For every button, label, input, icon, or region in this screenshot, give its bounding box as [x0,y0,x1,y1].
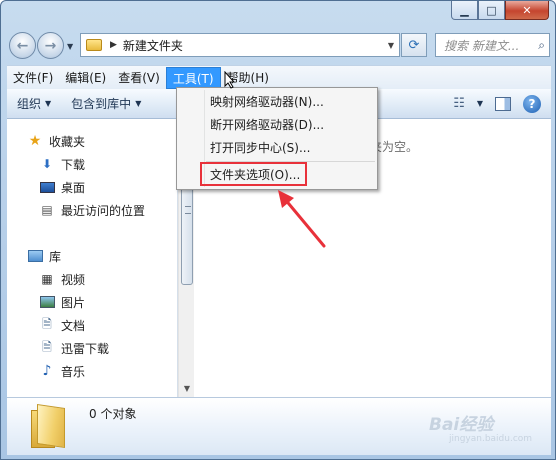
folder-icon [86,39,102,51]
maximize-icon: □ [486,3,497,17]
search-input[interactable]: 搜索 新建文... [444,37,532,54]
close-button[interactable]: ✕ [505,1,549,20]
sidebar-item-label: 桌面 [61,180,86,195]
chevron-down-icon: ▼ [135,99,142,108]
chevron-down-icon: ▼ [45,99,52,108]
sidebar-item-label: 音乐 [61,364,86,379]
thumb-grip [185,206,191,214]
menu-item-disconnect-network-drive[interactable]: 断开网络驱动器(D)... [210,115,324,135]
breadcrumb-chevron-icon[interactable]: ▶ [110,40,117,50]
organize-label: 组织 [17,97,42,111]
change-view-icon[interactable]: ☷ [453,96,465,111]
sidebar-item-label: 收藏夹 [49,134,86,149]
sidebar-item-desktop[interactable]: 桌面 [39,177,85,197]
back-arrow-icon: ← [16,37,29,54]
desktop-icon [39,179,55,195]
annotation-arrow-icon [278,190,326,248]
include-in-library-button[interactable]: 包含到库中 ▼ [61,95,151,112]
menu-file[interactable]: 文件(F) [7,67,59,89]
mouse-cursor-icon [224,71,236,89]
menu-item-map-network-drive[interactable]: 映射网络驱动器(N)... [210,92,324,112]
item-count: 0 个对象 [89,407,137,421]
caption-buttons: ▁ □ ✕ [451,1,549,21]
organize-button[interactable]: 组织 ▼ [7,95,61,112]
menu-tools[interactable]: 工具(T) [165,66,221,89]
sidebar-item-music[interactable]: ♪ 音乐 [39,361,85,381]
music-icon: ♪ [42,363,52,379]
close-icon: ✕ [522,3,532,17]
search-icon[interactable]: ⌕ [538,38,545,53]
forward-button[interactable]: → [37,32,64,59]
sidebar-item-label: 最近访问的位置 [61,203,146,218]
watermark-url: jingyan.baidu.com [449,434,533,444]
star-icon: ★ [28,133,42,149]
preview-pane-icon[interactable] [495,96,511,111]
sidebar-item-label: 文档 [61,318,86,333]
navigation-pane: ★ 收藏夹 ⬇ 下载 桌面 ▤ 最近访问的位置 库 ▦ 视频 图片 🗎 文档 🗎… [7,119,178,397]
video-icon: ▦ [41,272,53,286]
menu-item-open-sync-center[interactable]: 打开同步中心(S)... [210,138,310,158]
refresh-button[interactable]: ⟳ [401,33,427,57]
menu-view[interactable]: 查看(V) [112,67,166,89]
search-box[interactable]: 搜索 新建文... ⌕ [435,33,550,57]
maximize-button[interactable]: □ [478,1,505,20]
sidebar-item-recent-places[interactable]: ▤ 最近访问的位置 [39,200,145,220]
back-button[interactable]: ← [9,32,36,59]
sidebar-item-label: 库 [49,249,62,264]
address-text[interactable]: 新建文件夹 [123,37,183,54]
scroll-down-arrow-icon[interactable]: ▼ [179,381,195,397]
menu-bar: 文件(F) 编辑(E) 查看(V) 工具(T) 帮助(H) [7,65,551,89]
sidebar-item-thunder-download[interactable]: 🗎 迅雷下载 [39,338,109,358]
pictures-icon [39,294,55,310]
annotation-highlight-box [200,162,307,186]
sidebar-item-pictures[interactable]: 图片 [39,292,85,312]
details-pane: 0 个对象 Bai经验 jingyan.baidu.com [7,397,551,455]
view-dropdown-icon[interactable]: ▼ [477,99,483,108]
library-icon [27,248,43,264]
folder-icon [31,404,67,448]
sidebar-item-label: 下载 [61,157,86,172]
sidebar-item-libraries[interactable]: 库 [27,246,61,266]
address-bar[interactable]: ▶ 新建文件夹 ▼ [80,33,400,57]
sidebar-item-favorites[interactable]: ★ 收藏夹 [27,131,85,151]
sidebar-item-label: 迅雷下载 [61,341,110,356]
menu-edit[interactable]: 编辑(E) [59,67,112,89]
include-in-library-label: 包含到库中 [71,97,132,111]
forward-arrow-icon: → [44,37,57,54]
thunder-download-icon: 🗎 [42,339,52,354]
downloads-folder-icon: ⬇ [41,157,53,171]
sidebar-item-downloads[interactable]: ⬇ 下载 [39,154,85,174]
help-icon[interactable]: ? [523,94,541,113]
navigation-row: ← → ▼ ▶ 新建文件夹 ▼ ⟳ 搜索 新建文... ⌕ [7,31,551,61]
minimize-button[interactable]: ▁ [451,1,478,20]
watermark-logo: Bai经验 [429,415,494,435]
minimize-icon: ▁ [460,3,469,17]
address-dropdown-icon[interactable]: ▼ [383,41,399,50]
sidebar-item-documents[interactable]: 🗎 文档 [39,315,85,335]
refresh-icon: ⟳ [408,37,420,53]
view-controls: ☷ ▼ ? [453,94,551,113]
recent-places-icon: ▤ [41,203,53,217]
documents-icon: 🗎 [42,316,52,331]
sidebar-item-label: 视频 [61,272,86,287]
recent-pages-dropdown-icon[interactable]: ▼ [67,42,73,51]
sidebar-item-label: 图片 [61,295,86,310]
sidebar-item-videos[interactable]: ▦ 视频 [39,269,85,289]
